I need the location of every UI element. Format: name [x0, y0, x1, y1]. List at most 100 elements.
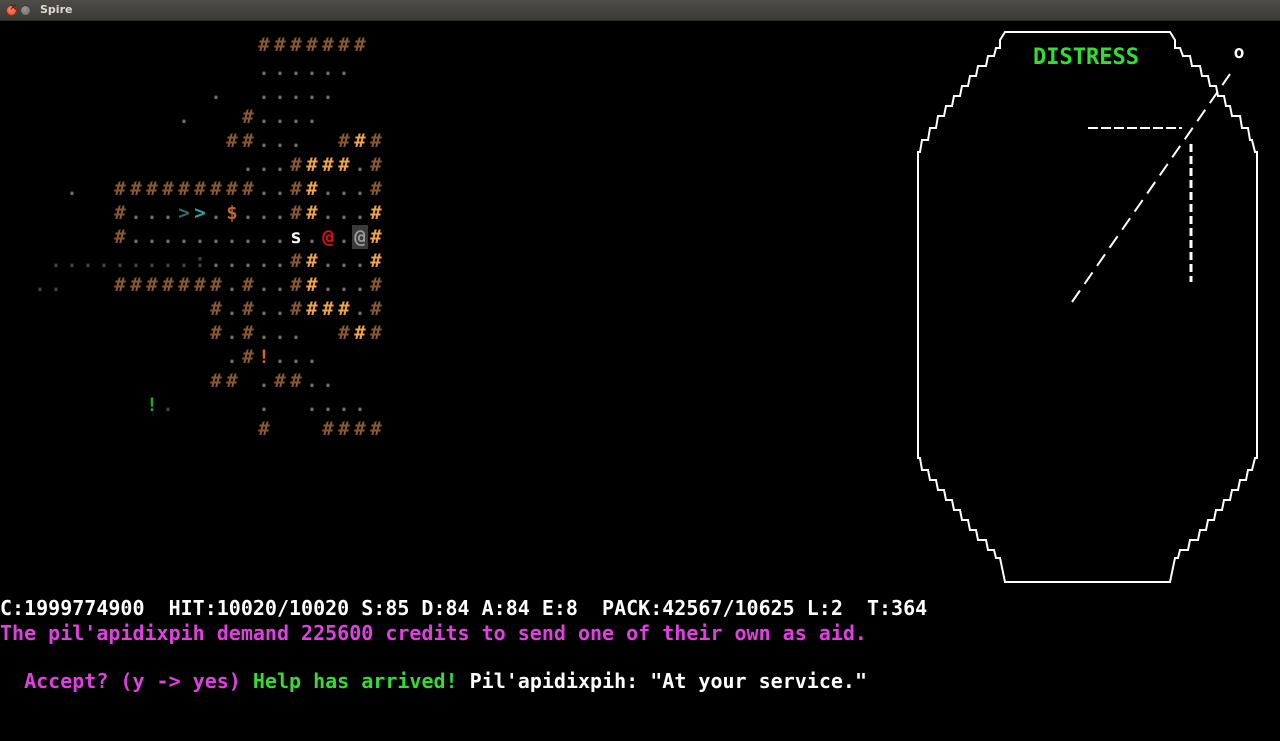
floor-tile: . — [82, 250, 94, 272]
floor-tile: . — [258, 394, 270, 416]
wall-tile: # — [146, 178, 158, 200]
wall-tile: # — [274, 370, 286, 392]
floor-tile: . — [258, 82, 270, 104]
floor-tile: . — [354, 154, 366, 176]
wall-tile: # — [242, 274, 254, 296]
wall-tile: # — [354, 418, 366, 440]
floor-tile: . — [258, 274, 270, 296]
floor-tile: . — [274, 202, 286, 224]
floor-tile: . — [242, 154, 254, 176]
wall-tile: # — [290, 274, 302, 296]
floor-tile: . — [210, 250, 222, 272]
floor-tile: . — [226, 250, 238, 272]
floor-tile: . — [306, 346, 318, 368]
radar-sweep-line — [1071, 73, 1231, 303]
wall-tile: # — [178, 178, 190, 200]
floor-tile: . — [322, 58, 334, 80]
wall-tile: # — [114, 226, 126, 248]
floor-tile: . — [322, 394, 334, 416]
floor-tile: . — [338, 274, 350, 296]
wall-tile: # — [354, 322, 366, 344]
floor-tile: . — [178, 250, 190, 272]
floor-tile: : — [194, 250, 206, 272]
wall-tile: # — [162, 274, 174, 296]
floor-tile: . — [258, 58, 270, 80]
wall-tile: # — [114, 274, 126, 296]
wall-tile: # — [242, 298, 254, 320]
wall-tile: # — [322, 154, 334, 176]
floor-tile: . — [274, 298, 286, 320]
wall-tile: # — [210, 274, 222, 296]
floor-tile: . — [290, 130, 302, 152]
distress-radar: o DISTRESS — [917, 31, 1258, 583]
floor-tile: . — [242, 226, 254, 248]
wall-tile: # — [306, 298, 318, 320]
help-arrived-message: Help has arrived! — [252, 669, 470, 693]
floor-tile: . — [226, 346, 238, 368]
wall-tile: # — [114, 202, 126, 224]
stairs-down-icon: > — [194, 202, 206, 224]
floor-tile: . — [354, 394, 366, 416]
floor-tile: . — [162, 250, 174, 272]
floor-tile: . — [66, 250, 78, 272]
wall-tile: # — [370, 274, 382, 296]
wall-tile: # — [290, 250, 302, 272]
floor-tile: . — [354, 298, 366, 320]
wall-tile: # — [242, 322, 254, 344]
wall-tile: # — [290, 298, 302, 320]
floor-tile: . — [290, 82, 302, 104]
wall-tile: # — [130, 274, 142, 296]
stairs-down-icon: > — [178, 202, 190, 224]
floor-tile: . — [258, 226, 270, 248]
floor-tile: . — [322, 274, 334, 296]
floor-tile: . — [98, 250, 110, 272]
floor-tile: . — [258, 370, 270, 392]
wall-tile: # — [370, 178, 382, 200]
floor-tile: . — [354, 202, 366, 224]
wall-tile: # — [210, 370, 222, 392]
floor-tile: . — [290, 346, 302, 368]
status-line: C:1999774900 HIT:10020/10020 S:85 D:84 A… — [0, 596, 928, 620]
floor-tile: . — [226, 322, 238, 344]
wall-tile: # — [226, 130, 238, 152]
floor-tile: . — [322, 250, 334, 272]
wall-tile: # — [338, 322, 350, 344]
floor-tile: . — [146, 202, 158, 224]
floor-tile: . — [258, 154, 270, 176]
wall-tile: # — [338, 154, 350, 176]
floor-tile: . — [338, 178, 350, 200]
floor-tile: . — [50, 250, 62, 272]
floor-tile: . — [274, 106, 286, 128]
floor-tile: . — [322, 82, 334, 104]
wall-tile: # — [370, 298, 382, 320]
floor-tile: . — [114, 250, 126, 272]
wall-tile: # — [290, 154, 302, 176]
floor-tile: . — [258, 178, 270, 200]
wall-tile: # — [306, 178, 318, 200]
wall-tile: # — [242, 106, 254, 128]
wall-tile: # — [258, 418, 270, 440]
floor-tile: . — [274, 226, 286, 248]
floor-tile: . — [338, 226, 350, 248]
floor-tile: . — [306, 82, 318, 104]
wall-tile: # — [338, 34, 350, 56]
floor-tile: . — [290, 322, 302, 344]
floor-tile: . — [274, 58, 286, 80]
wall-tile: # — [290, 178, 302, 200]
floor-tile: . — [306, 106, 318, 128]
accept-prompt: Accept? (y -> yes) — [24, 669, 253, 693]
credits-icon: $ — [226, 202, 238, 224]
floor-tile: . — [34, 274, 46, 296]
floor-tile: . — [226, 274, 238, 296]
floor-tile: . — [306, 394, 318, 416]
wall-tile: # — [370, 322, 382, 344]
floor-tile: . — [306, 370, 318, 392]
wall-tile: # — [114, 178, 126, 200]
wall-tile: # — [306, 250, 318, 272]
floor-tile: . — [258, 250, 270, 272]
floor-tile: . — [322, 370, 334, 392]
floor-tile: . — [210, 202, 222, 224]
floor-tile: . — [338, 202, 350, 224]
item-icon: ! — [146, 394, 158, 416]
floor-tile: . — [146, 250, 158, 272]
